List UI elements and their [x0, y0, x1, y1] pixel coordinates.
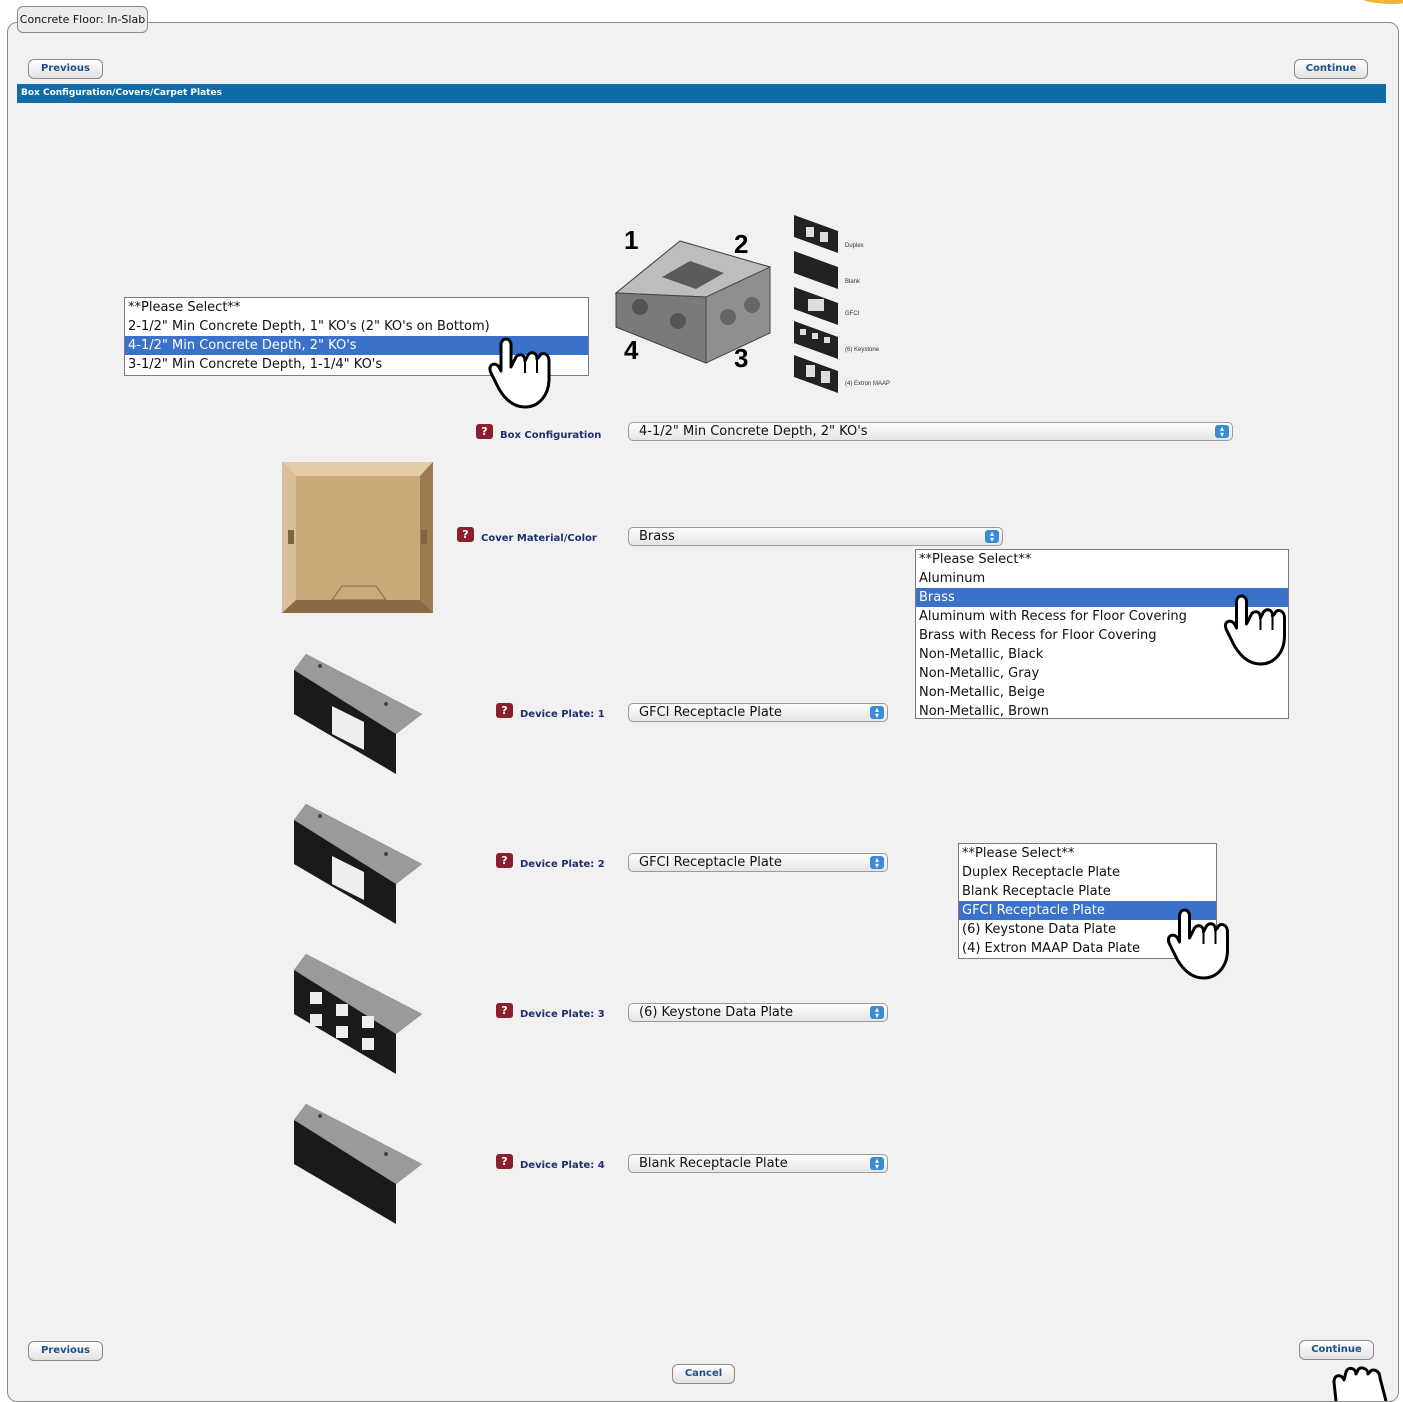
legend-duplex: Duplex — [845, 243, 864, 249]
cover-material-label: Cover Material/Color — [481, 533, 597, 544]
box-configuration-help-icon[interactable]: ? — [476, 424, 493, 439]
orange-decoration — [1352, 0, 1403, 4]
device-plate-2-help-icon[interactable]: ? — [496, 853, 513, 868]
box-corner-4: 4 — [624, 335, 639, 365]
cover-material-help-icon[interactable]: ? — [457, 527, 474, 542]
section-title: Box Configuration/Covers/Carpet Plates — [17, 84, 1386, 103]
device-plate-1-help-icon[interactable]: ? — [496, 703, 513, 718]
select-arrows-icon: ▴ ▾ — [870, 706, 884, 720]
device-plate-option[interactable]: (6) Keystone Data Plate — [959, 920, 1216, 939]
box-corner-3: 3 — [734, 343, 748, 373]
device-plate-2-select[interactable]: GFCI Receptacle Plate ▴ ▾ — [628, 853, 888, 872]
tab-concrete-floor[interactable]: Concrete Floor: In-Slab — [17, 6, 148, 33]
device-plate-2-value: GFCI Receptacle Plate — [639, 855, 782, 870]
device-plate-listbox[interactable]: **Please Select** Duplex Receptacle Plat… — [958, 843, 1217, 959]
box-corner-1: 1 — [624, 225, 638, 255]
box-config-option[interactable]: 2-1/2" Min Concrete Depth, 1" KO's (2" K… — [125, 317, 588, 336]
cover-option[interactable]: Brass with Recess for Floor Covering — [916, 626, 1288, 645]
cover-option[interactable]: Aluminum with Recess for Floor Covering — [916, 607, 1288, 626]
continue-button-bottom[interactable]: Continue — [1299, 1340, 1374, 1360]
box-configuration-value: 4-1/2" Min Concrete Depth, 2" KO's — [639, 424, 868, 439]
box-configuration-select[interactable]: 4-1/2" Min Concrete Depth, 2" KO's ▴ ▾ — [628, 422, 1233, 441]
cover-option[interactable]: Aluminum — [916, 569, 1288, 588]
device-plate-3-select[interactable]: (6) Keystone Data Plate ▴ ▾ — [628, 1003, 888, 1022]
cover-material-listbox[interactable]: **Please Select** Aluminum Brass Aluminu… — [915, 549, 1289, 719]
select-arrows-icon: ▴ ▾ — [870, 856, 884, 870]
device-plate-3-help-icon[interactable]: ? — [496, 1003, 513, 1018]
select-arrows-icon: ▴ ▾ — [870, 1006, 884, 1020]
device-plate-1-select[interactable]: GFCI Receptacle Plate ▴ ▾ — [628, 703, 888, 722]
continue-button-top[interactable]: Continue — [1294, 59, 1368, 79]
legend-extron-maap: (4) Extron MAAP — [845, 381, 890, 387]
legend-blank: Blank — [845, 279, 861, 285]
device-plate-option[interactable]: (4) Extron MAAP Data Plate — [959, 939, 1216, 958]
device-plate-option[interactable]: **Please Select** — [959, 844, 1216, 863]
device-plate-4-image — [290, 1100, 422, 1225]
cancel-button[interactable]: Cancel — [672, 1364, 735, 1384]
box-configuration-listbox[interactable]: **Please Select** 2-1/2" Min Concrete De… — [124, 297, 589, 376]
legend-gfci: GFCI — [845, 311, 860, 317]
cover-option[interactable]: Non-Metallic, Black — [916, 645, 1288, 664]
box-config-option-selected[interactable]: 4-1/2" Min Concrete Depth, 2" KO's — [125, 336, 588, 355]
box-corner-2: 2 — [734, 229, 748, 259]
select-arrows-icon: ▴ ▾ — [1215, 425, 1229, 439]
device-plate-3-label: Device Plate: 3 — [520, 1009, 605, 1020]
box-config-option[interactable]: 3-1/2" Min Concrete Depth, 1-1/4" KO's — [125, 355, 588, 374]
device-plate-2-image — [290, 800, 422, 925]
cover-option-selected[interactable]: Brass — [916, 588, 1288, 607]
previous-button-top[interactable]: Previous — [28, 59, 103, 79]
cover-option[interactable]: Non-Metallic, Brown — [916, 702, 1288, 721]
select-arrows-icon: ▴ ▾ — [870, 1157, 884, 1171]
cover-material-value: Brass — [639, 529, 675, 544]
device-plate-option[interactable]: Duplex Receptacle Plate — [959, 863, 1216, 882]
device-plate-option-selected[interactable]: GFCI Receptacle Plate — [959, 901, 1216, 920]
box-diagram: 1 2 3 4 Duplex Blank GFCI (6) Keystone (… — [600, 215, 930, 400]
device-plate-4-value: Blank Receptacle Plate — [639, 1156, 788, 1171]
cover-image — [282, 462, 433, 613]
box-configuration-label: Box Configuration — [500, 430, 602, 441]
device-plate-1-value: GFCI Receptacle Plate — [639, 705, 782, 720]
cover-option[interactable]: Non-Metallic, Beige — [916, 683, 1288, 702]
device-plate-4-select[interactable]: Blank Receptacle Plate ▴ ▾ — [628, 1154, 888, 1173]
cover-option[interactable]: Non-Metallic, Gray — [916, 664, 1288, 683]
device-plate-4-label: Device Plate: 4 — [520, 1160, 605, 1171]
device-plate-option[interactable]: Blank Receptacle Plate — [959, 882, 1216, 901]
previous-button-bottom[interactable]: Previous — [28, 1341, 103, 1361]
select-arrows-icon: ▴ ▾ — [985, 530, 999, 544]
cover-option[interactable]: **Please Select** — [916, 550, 1288, 569]
device-plate-3-value: (6) Keystone Data Plate — [639, 1005, 793, 1020]
device-plate-1-label: Device Plate: 1 — [520, 709, 605, 720]
device-plate-4-help-icon[interactable]: ? — [496, 1154, 513, 1169]
box-config-option[interactable]: **Please Select** — [125, 298, 588, 317]
device-plate-2-label: Device Plate: 2 — [520, 859, 605, 870]
legend-keystone: (6) Keystone — [845, 347, 880, 353]
device-plate-3-image — [290, 950, 422, 1075]
cover-material-select[interactable]: Brass ▴ ▾ — [628, 527, 1003, 546]
device-plate-1-image — [290, 650, 422, 775]
